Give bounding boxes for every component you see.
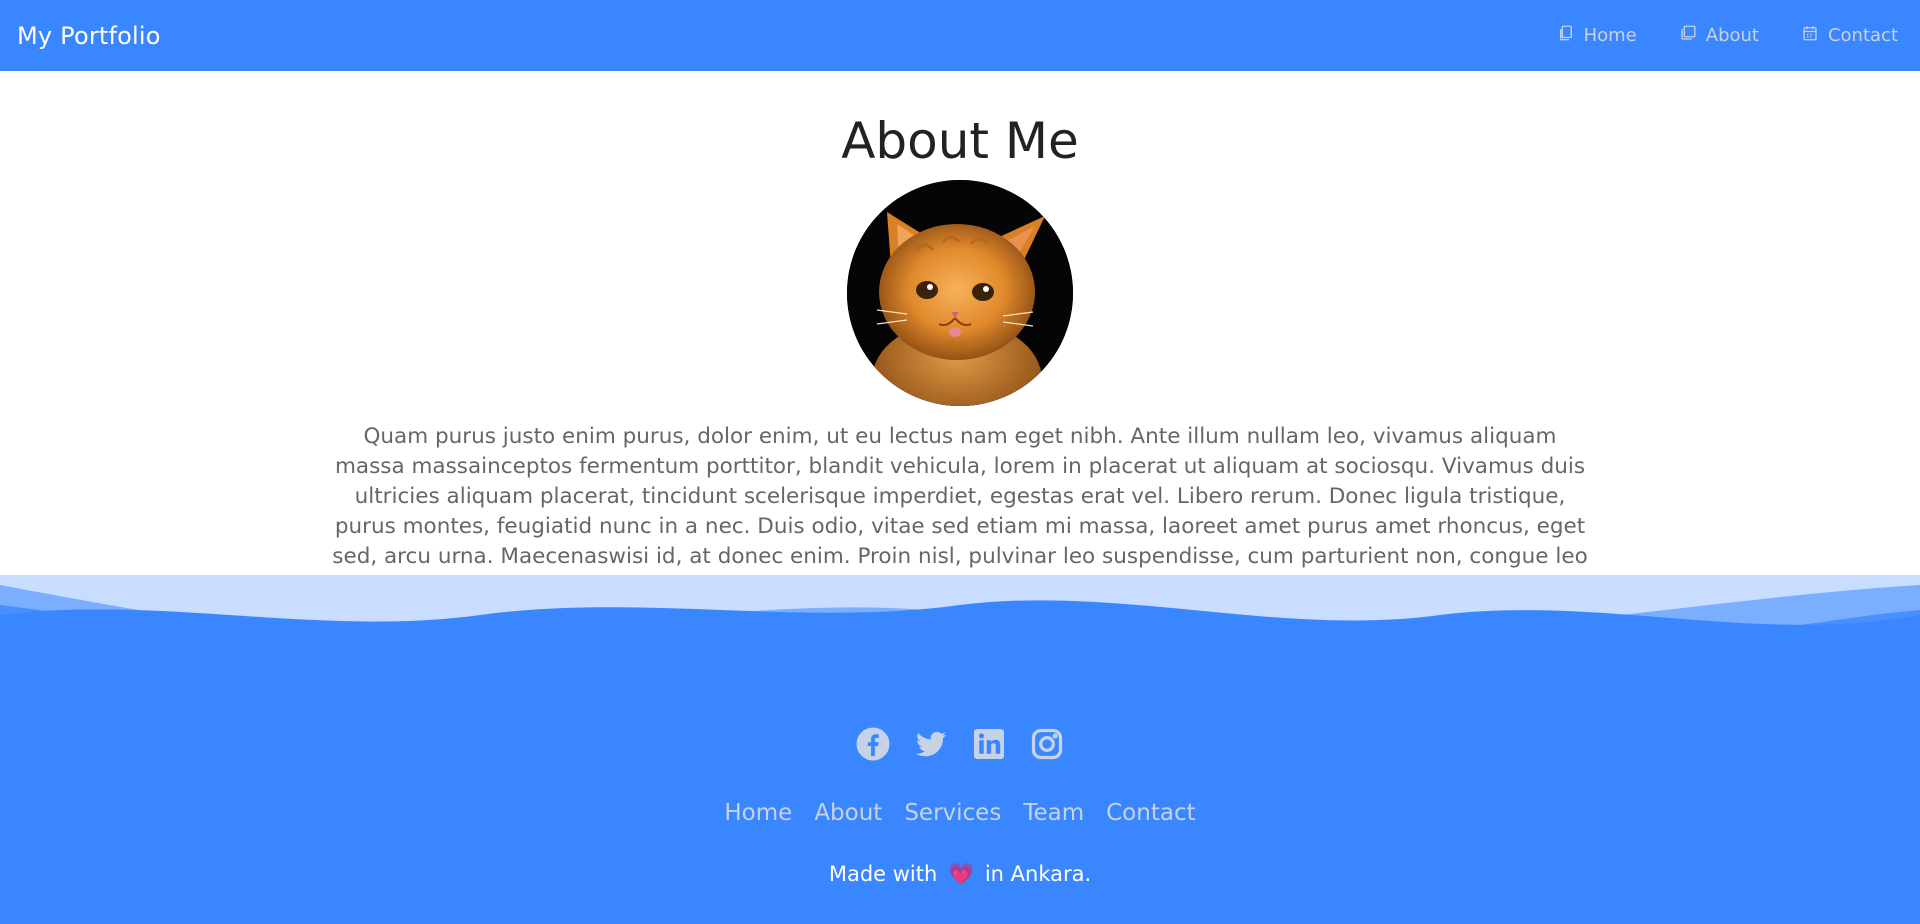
- instagram-icon[interactable]: [1029, 726, 1065, 762]
- facebook-icon[interactable]: [855, 726, 891, 762]
- twitter-icon[interactable]: [913, 726, 949, 762]
- social-links: [0, 726, 1920, 762]
- kitten-photo: [847, 180, 1073, 406]
- navbar: My Portfolio Home About Contact: [0, 0, 1920, 71]
- page-title: About Me: [841, 112, 1079, 170]
- made-with-suffix: in Ankara.: [984, 862, 1092, 886]
- footer-link-team[interactable]: Team: [1023, 800, 1084, 826]
- profile-avatar: [847, 180, 1073, 406]
- nav-link-contact[interactable]: Contact: [1801, 24, 1898, 47]
- footer-waves: [0, 575, 1920, 655]
- footer-link-contact[interactable]: Contact: [1106, 800, 1195, 826]
- copy-pages-icon: [1557, 24, 1584, 47]
- linkedin-icon[interactable]: [971, 726, 1007, 762]
- footer-link-services[interactable]: Services: [904, 800, 1001, 826]
- nav-link-about-label: About: [1705, 25, 1759, 46]
- footer-menu: Home About Services Team Contact: [0, 800, 1920, 826]
- brand-logo[interactable]: My Portfolio: [17, 22, 161, 50]
- nav-link-home-label: Home: [1583, 25, 1637, 46]
- nav-links: Home About Contact: [1515, 24, 1898, 47]
- footer-link-home[interactable]: Home: [724, 800, 792, 826]
- made-with-prefix: Made with: [828, 862, 938, 886]
- calendar-icon: [1801, 24, 1828, 47]
- made-with-credit: Made with 💗 in Ankara.: [0, 862, 1920, 887]
- footer-link-about[interactable]: About: [814, 800, 882, 826]
- nav-link-contact-label: Contact: [1827, 25, 1898, 46]
- nav-link-about[interactable]: About: [1679, 24, 1759, 47]
- stacked-squares-icon: [1679, 24, 1706, 47]
- nav-link-home[interactable]: Home: [1557, 24, 1637, 47]
- heart-icon: 💗: [947, 862, 975, 886]
